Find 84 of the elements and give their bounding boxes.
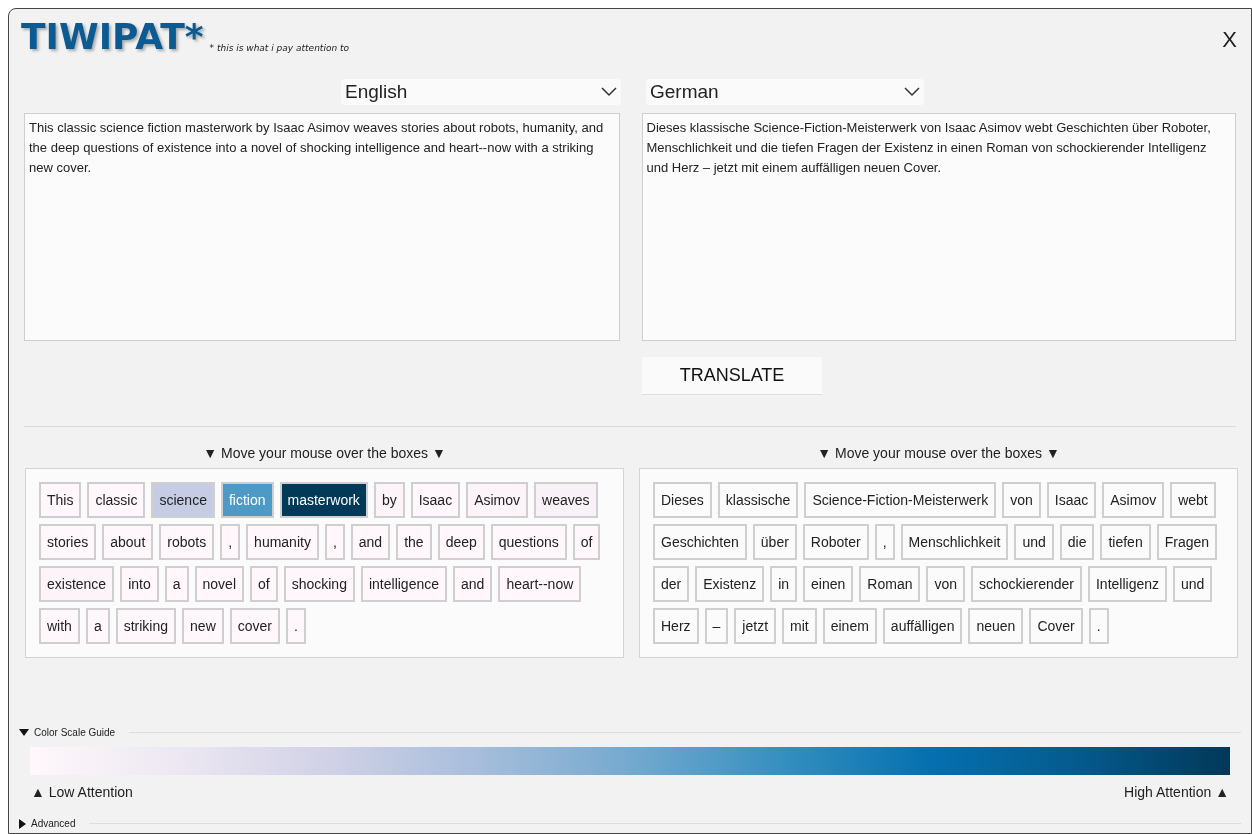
word-token[interactable]: Asimov [1102, 482, 1165, 518]
word-token[interactable]: die [1059, 524, 1095, 560]
app-logo: TIWIPAT* [21, 19, 204, 55]
low-attention-label: ▲ Low Attention [31, 783, 133, 802]
tagline: * this is what i pay attention to [209, 41, 349, 55]
word-token[interactable]: deep [437, 524, 485, 560]
word-token[interactable]: in [770, 566, 798, 602]
word-token[interactable]: Cover [1029, 608, 1083, 644]
word-token[interactable]: of [250, 566, 278, 602]
word-token[interactable]: a [85, 608, 110, 644]
word-token[interactable]: schockierender [971, 566, 1082, 602]
word-token[interactable]: der [653, 566, 690, 602]
word-token[interactable]: , [220, 524, 241, 560]
word-token[interactable]: von [1002, 482, 1041, 518]
word-token[interactable]: by [373, 482, 405, 518]
word-token[interactable]: of [572, 524, 601, 560]
word-token[interactable]: Intelligenz [1088, 566, 1168, 602]
word-token[interactable]: Fragen [1156, 524, 1218, 560]
close-button[interactable]: X [1218, 23, 1241, 56]
word-token[interactable]: Science-Fiction-Meisterwerk [804, 482, 997, 518]
word-token[interactable]: intelligence [360, 566, 447, 602]
chevron-down-icon [601, 87, 617, 97]
word-token[interactable]: , [324, 524, 345, 560]
translation-text-area[interactable]: Dieses klassische Science-Fiction-Meisterwerk von Isaac Asimov webt Geschichten über Roboter, Menschlichkeit und die tiefen Fragen der Existenz in einen Roman von schockierender Intelligenz und Herz – jetzt mit einem auffälligen neuen Cover. [641, 113, 1236, 341]
disclosure-toggle[interactable]: Advanced [19, 816, 76, 831]
word-token[interactable]: Geschichten [653, 524, 747, 560]
word-token[interactable]: einen [803, 566, 854, 602]
word-token[interactable]: new [182, 608, 224, 644]
word-token[interactable]: robots [159, 524, 215, 560]
word-token[interactable]: and [350, 524, 391, 560]
word-token[interactable]: von [926, 566, 966, 602]
word-token[interactable]: heart--now [498, 566, 582, 602]
word-token[interactable]: – [704, 608, 729, 644]
instruction-text: ▼ Move your mouse over the boxes ▼ [203, 444, 446, 462]
word-token[interactable]: a [164, 566, 189, 602]
word-token[interactable]: the [396, 524, 432, 560]
word-token[interactable]: existence [39, 566, 115, 602]
word-token[interactable]: cover [229, 608, 280, 644]
word-token[interactable]: shocking [283, 566, 355, 602]
language-dropdown[interactable]: German [646, 79, 924, 105]
disclosure-toggle[interactable]: Color Scale Guide [19, 725, 116, 740]
word-token[interactable]: Roman [859, 566, 921, 602]
word-token[interactable]: Asimov [466, 482, 529, 518]
word-token[interactable]: neuen [968, 608, 1024, 644]
source-text-area[interactable]: This classic science fiction masterwork by Isaac Asimov weaves stories about robots, humanity, and the deep questions of existence into a novel of shocking intelligence and heart--now with a striking new cover. [24, 113, 620, 341]
word-token[interactable]: science [151, 482, 215, 518]
word-token[interactable]: . [1088, 608, 1109, 644]
word-token[interactable]: classic [87, 482, 146, 518]
word-token[interactable]: einem [822, 608, 877, 644]
word-token[interactable]: stories [39, 524, 97, 560]
word-token[interactable]: Roboter [802, 524, 869, 560]
word-token[interactable]: webt [1170, 482, 1216, 518]
language-dropdown[interactable]: English [341, 79, 621, 105]
word-token[interactable]: über [752, 524, 797, 560]
word-token[interactable]: masterwork [279, 482, 368, 518]
word-token[interactable]: questions [490, 524, 567, 560]
word-token[interactable]: . [286, 608, 306, 644]
word-token[interactable]: about [102, 524, 154, 560]
word-token[interactable]: und [1173, 566, 1213, 602]
word-token[interactable]: mit [782, 608, 817, 644]
word-token[interactable]: tiefen [1100, 524, 1151, 560]
word-token[interactable]: auffälligen [882, 608, 963, 644]
word-token[interactable]: klassische [717, 482, 799, 518]
word-token[interactable]: Isaac [410, 482, 461, 518]
word-token[interactable]: with [39, 608, 80, 644]
word-token[interactable]: Isaac [1046, 482, 1097, 518]
word-token[interactable]: und [1014, 524, 1054, 560]
word-token[interactable]: , [874, 524, 895, 560]
word-token[interactable]: humanity [246, 524, 319, 560]
instruction-text: ▼ Move your mouse over the boxes ▼ [817, 444, 1060, 462]
word-token[interactable]: Menschlichkeit [900, 524, 1009, 560]
word-token[interactable]: weaves [534, 482, 598, 518]
word-token[interactable]: Dieses [653, 482, 712, 518]
word-token[interactable]: Existenz [695, 566, 765, 602]
translate-button[interactable]: TRANSLATE [642, 357, 822, 395]
word-token[interactable]: Herz [653, 608, 699, 644]
chevron-down-icon [904, 87, 920, 97]
high-attention-label: High Attention ▲ [1124, 783, 1229, 802]
word-token[interactable]: and [453, 566, 493, 602]
word-token[interactable]: novel [194, 566, 244, 602]
word-token[interactable]: This [39, 482, 82, 518]
word-token[interactable]: into [120, 566, 159, 602]
word-token[interactable]: striking [115, 608, 177, 644]
word-token[interactable]: jetzt [734, 608, 777, 644]
